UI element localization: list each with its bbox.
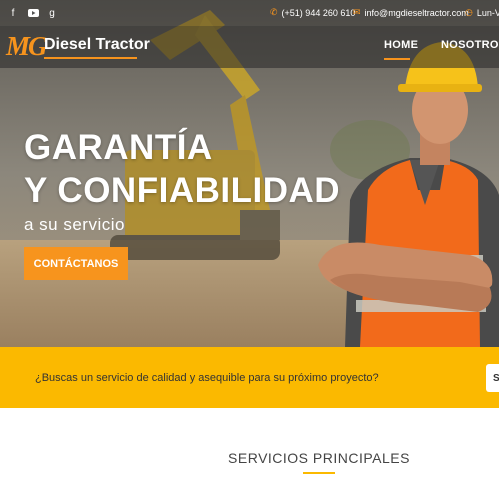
email-contact[interactable]: ✉ info@mgdieseltractor.com bbox=[353, 7, 469, 18]
services-title-underline bbox=[303, 472, 335, 474]
contact-button[interactable]: CONTÁCTANOS bbox=[24, 247, 128, 280]
nav-item-home[interactable]: HOME bbox=[384, 39, 418, 51]
google-plus-icon[interactable]: g bbox=[44, 5, 60, 21]
clock-icon: ◷ bbox=[465, 7, 473, 17]
email-text: info@mgdieseltractor.com bbox=[364, 7, 469, 18]
hero-title-line2: Y CONFIABILIDAD bbox=[24, 171, 341, 210]
banner-text: ¿Buscas un servicio de calidad y asequib… bbox=[35, 372, 379, 384]
hero-subtitle: a su servicio bbox=[24, 215, 125, 234]
hours-contact: ◷ Lun-V bbox=[465, 7, 499, 18]
top-bar: f g ✆ (+51) 944 260 610 ✉ info@mgdieselt… bbox=[0, 0, 499, 26]
hero-section: f g ✆ (+51) 944 260 610 ✉ info@mgdieselt… bbox=[0, 0, 499, 347]
services-title: SERVICIOS PRINCIPALES bbox=[228, 450, 410, 466]
banner-button[interactable]: S bbox=[486, 364, 499, 392]
nav-item-nosotros[interactable]: NOSOTROS bbox=[441, 39, 499, 51]
mail-icon: ✉ bbox=[353, 7, 361, 17]
nav-active-indicator bbox=[384, 58, 410, 60]
main-navbar: MG Diesel Tractor HOME NOSOTROS bbox=[0, 26, 499, 68]
hours-text: Lun-V bbox=[476, 7, 499, 18]
logo-text: Diesel Tractor bbox=[44, 36, 150, 53]
logo-underline bbox=[44, 57, 137, 59]
phone-contact[interactable]: ✆ (+51) 944 260 610 bbox=[270, 7, 355, 18]
logo-mark: MG bbox=[6, 31, 47, 61]
promo-banner: ¿Buscas un servicio de calidad y asequib… bbox=[0, 347, 499, 408]
phone-icon: ✆ bbox=[270, 7, 278, 17]
facebook-icon[interactable]: f bbox=[5, 5, 21, 21]
phone-text: (+51) 944 260 610 bbox=[281, 7, 356, 18]
hero-title-line1: GARANTÍA bbox=[24, 128, 213, 167]
youtube-icon[interactable] bbox=[25, 5, 41, 21]
